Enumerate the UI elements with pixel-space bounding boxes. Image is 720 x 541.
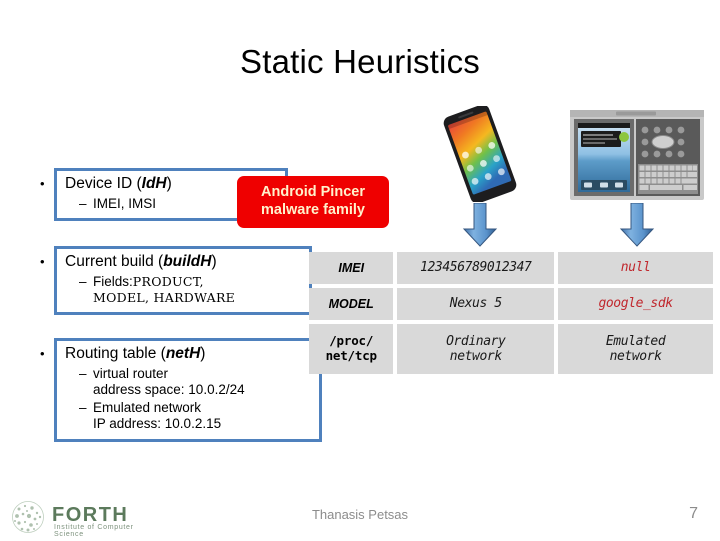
- value-line-2: network: [449, 349, 502, 364]
- malware-callout-line-1: Android Pincer: [261, 184, 365, 201]
- sub-dash: –: [79, 400, 87, 416]
- heading-emphasis: netH: [165, 345, 201, 362]
- table-row: MODEL Nexus 5 google_sdk: [309, 288, 713, 320]
- table-cell-label-model: MODEL: [309, 288, 394, 320]
- label-line-1: /proc/: [329, 333, 374, 349]
- table-cell-real-proc-net-tcp: Ordinary network: [397, 324, 555, 374]
- heading-emphasis: buildH: [163, 253, 212, 270]
- table-cell-real-imei: 123456789012347: [397, 252, 555, 284]
- android-emulator-window-icon: [570, 110, 704, 200]
- bullet-marker: •: [40, 346, 45, 361]
- callout-box-routing-table: Routing table (netH) – virtual router addr…: [54, 338, 322, 442]
- bullet-item-routing-table: • Routing table (netH) – virtual router ad…: [40, 338, 322, 442]
- heading-emphasis: IdH: [141, 175, 167, 192]
- table-row: /proc/ net/tcp Ordinary network Emulated…: [309, 324, 713, 374]
- malware-callout-line-2: malware family: [261, 202, 365, 218]
- callout-box-current-build: Current build (buildH) – Fields:PRODUCT, M…: [54, 246, 312, 316]
- sub-fields-line-2: MODEL, HARDWARE: [93, 290, 236, 306]
- bullet-marker: •: [40, 176, 45, 191]
- forth-logo: FORTH Institute of Computer Science: [6, 500, 156, 538]
- bullet-heading-routing-table: Routing table (netH): [65, 345, 311, 364]
- down-arrow-icon-emulator: [619, 202, 655, 247]
- device-vs-emulator-table: IMEI 123456789012347 null MODEL Nexus 5 …: [305, 248, 717, 378]
- value-line-1: Ordinary: [446, 333, 506, 349]
- label-line-2: net/tcp: [325, 348, 377, 363]
- bullet-sub-current-build: – Fields:PRODUCT, MODEL, HARDWARE: [65, 274, 301, 306]
- sub-dash: –: [79, 195, 87, 211]
- table-cell-label-proc-net-tcp: /proc/ net/tcp: [309, 324, 394, 374]
- bullet-sub-virtual-router: – virtual router address space: 10.0.2/24: [65, 366, 311, 398]
- heading-suffix: ): [211, 253, 217, 270]
- table-row: IMEI 123456789012347 null: [309, 252, 713, 284]
- value-line-1: Emulated: [605, 333, 666, 349]
- sub-line-2: address space: 10.0.2/24: [93, 382, 245, 398]
- table-cell-emulator-model: google_sdk: [558, 288, 713, 320]
- forth-subtitle: Institute of Computer Science: [54, 524, 134, 538]
- heading-prefix: Device ID (: [65, 175, 142, 192]
- sub-dash: –: [79, 365, 87, 381]
- sub-line-1: Emulated network: [93, 400, 202, 416]
- page-title: Static Heuristics: [240, 43, 480, 80]
- heading-prefix: Routing table (: [65, 345, 166, 362]
- heading-prefix: Current build (: [65, 253, 164, 270]
- heading-suffix: ): [166, 175, 172, 192]
- sub-line-2: IP address: 10.0.2.15: [93, 416, 222, 432]
- table-cell-emulator-proc-net-tcp: Emulated network: [558, 324, 713, 374]
- table-cell-emulator-imei: null: [558, 252, 713, 284]
- sub-label: Fields:: [93, 273, 133, 289]
- bullet-sub-emulated-network: – Emulated network IP address: 10.0.2.15: [65, 400, 311, 432]
- page-number: 7: [689, 505, 698, 522]
- sub-line-1: virtual router: [93, 365, 169, 381]
- android-phone-nexus5-icon: [434, 104, 526, 204]
- table-cell-real-model: Nexus 5: [397, 288, 555, 320]
- sub-fields-line-1: PRODUCT,: [132, 273, 204, 289]
- malware-family-callout: Android Pincer malware family: [237, 176, 389, 228]
- value-line-2: network: [609, 349, 662, 364]
- bullet-heading-current-build: Current build (buildH): [65, 253, 301, 272]
- bullet-marker: •: [40, 254, 45, 269]
- heading-suffix: ): [200, 345, 206, 362]
- sub-dash: –: [79, 273, 87, 289]
- bullet-item-current-build: • Current build (buildH) – Fields:PRODUCT…: [40, 246, 312, 316]
- table-cell-label-imei: IMEI: [309, 252, 394, 284]
- sub-text: IMEI, IMSI: [93, 195, 157, 211]
- down-arrow-icon-phone: [462, 202, 498, 247]
